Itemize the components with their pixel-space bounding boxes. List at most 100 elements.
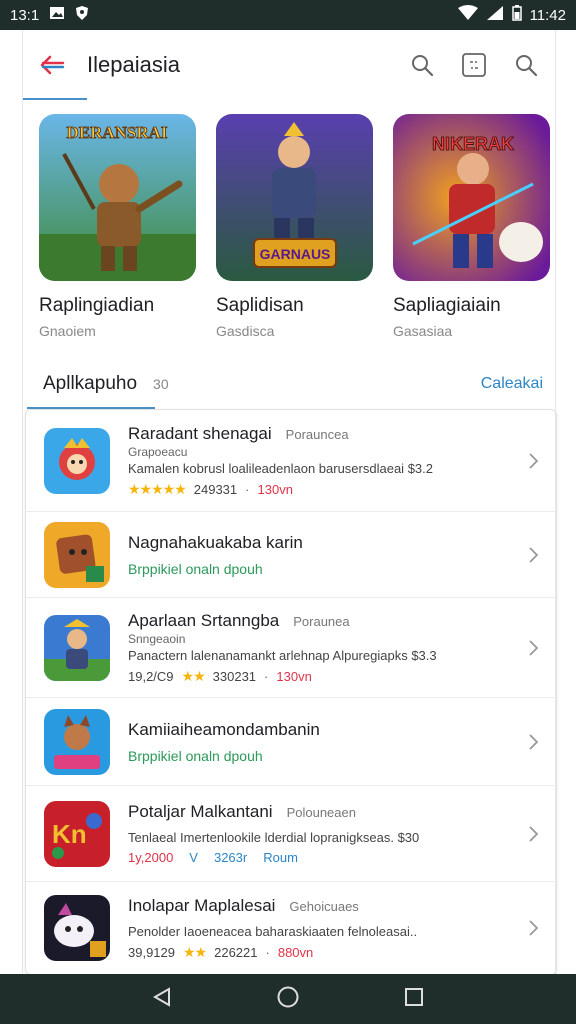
featured-card[interactable]: GARNAUS Saplidisan Gasdisca xyxy=(216,114,373,339)
app-list: Raradant shenagai Porauncea Grapoeacu Ka… xyxy=(25,409,557,975)
app-icon xyxy=(44,427,110,494)
chevron-right-icon[interactable] xyxy=(524,452,542,470)
meta-separator: · xyxy=(264,668,269,684)
status-bar: 13:1 11:42 xyxy=(0,0,576,30)
see-all-link[interactable]: Caleakai xyxy=(481,375,543,393)
app-description: Panactern lalenanamankt arlehnap Alpureg… xyxy=(128,648,514,663)
app-name: Potaljar Malkantani xyxy=(128,802,273,821)
app-tag: Poraunea xyxy=(293,613,350,629)
featured-thumbnail[interactable]: DERANSRAI xyxy=(39,114,196,281)
app-description: Penolder Iaoeneacea baharaskiaaten felno… xyxy=(128,923,418,939)
list-item[interactable]: Nagnahakuakaba karin Brppikiel onaln dpo… xyxy=(26,512,556,598)
app-size: 880vn xyxy=(277,944,314,960)
download-count: 249331 xyxy=(193,481,238,497)
image-icon xyxy=(49,6,65,24)
app-price: $30 xyxy=(397,830,420,845)
chevron-right-icon[interactable] xyxy=(524,825,542,843)
download-count: 330231 xyxy=(212,668,257,684)
app-rating-value: 1y,2000 xyxy=(128,850,174,865)
back-triangle-icon[interactable] xyxy=(151,986,173,1013)
app-room-label: Roum xyxy=(263,850,298,865)
app-name: Inolapar Maplalesai xyxy=(128,895,276,915)
meta-separator: · xyxy=(265,944,270,960)
featured-subtitle: Gnaoiem xyxy=(39,323,96,339)
search-icon-secondary[interactable] xyxy=(513,52,539,78)
app-name: Nagnahakuakaba karin xyxy=(128,532,303,552)
app-description-text: Kamalen kobrusl loalileadenlaon barusers… xyxy=(128,460,405,476)
list-item[interactable]: Inolapar Maplalesai Gehoicuaes Penolder … xyxy=(26,882,556,974)
scan-icon[interactable] xyxy=(461,52,487,78)
app-price: $3.2 xyxy=(407,460,434,476)
section-header: Apllkapuho 30 Caleakai xyxy=(23,369,555,399)
shield-icon xyxy=(75,5,89,25)
app-description-text: Tenlaeal Imertenlookile lderdial loprani… xyxy=(128,830,394,845)
app-size: 130vn xyxy=(276,668,312,684)
list-item[interactable]: Aparlaan Srtanngba Poraunea Snngeaoin Pa… xyxy=(26,598,556,698)
featured-card[interactable]: NIKERAK Sapliagiaiain Gasasiaa xyxy=(393,114,550,339)
app-name: Kamiiaiheamondambanin xyxy=(128,719,320,739)
install-status: Brppikiel onaln dpouh xyxy=(128,747,263,764)
app-rating-value: 19,2/C9 xyxy=(128,668,174,684)
featured-subtitle: Gasdisca xyxy=(216,323,275,339)
app-icon xyxy=(44,895,110,961)
app-description-text: Panactern lalenanamankt arlehnap Alpureg… xyxy=(128,647,408,663)
page-title: Ilepaiasia xyxy=(87,52,180,77)
recents-square-icon[interactable] xyxy=(403,986,425,1013)
verified-badge: V xyxy=(189,850,198,865)
app-tag: Polouneaen xyxy=(286,805,356,820)
back-arrow-icon[interactable] xyxy=(39,52,65,78)
rating-stars: ★★ xyxy=(183,943,207,960)
list-item[interactable]: Raradant shenagai Porauncea Grapoeacu Ka… xyxy=(26,410,556,512)
featured-subtitle: Gasasiaa xyxy=(393,323,453,339)
install-status: Brppikiel onaln dpouh xyxy=(128,560,263,577)
app-description: Tenlaeal Imertenlookile lderdial loprani… xyxy=(128,830,514,845)
list-item[interactable]: Kamiiaiheamondambanin Brppikiel onaln dp… xyxy=(26,698,556,786)
featured-thumbnail[interactable]: NIKERAK xyxy=(393,114,550,281)
app-icon: Kn xyxy=(44,800,110,867)
featured-name: Saplidisan xyxy=(216,295,304,316)
app-icon xyxy=(44,708,110,775)
app-name: Raradant shenagai xyxy=(128,423,272,443)
chevron-right-icon[interactable] xyxy=(524,919,542,937)
chevron-right-icon[interactable] xyxy=(524,546,542,564)
chevron-right-icon[interactable] xyxy=(524,733,542,751)
app-tag: Porauncea xyxy=(285,426,349,442)
app-tag: Gehoicuaes xyxy=(289,898,359,914)
app-price: $3.3 xyxy=(411,647,437,663)
section-count: 30 xyxy=(153,376,169,392)
app-size: 130vn xyxy=(257,481,293,497)
featured-art-text: NIKERAK xyxy=(432,134,514,154)
download-count: 3263r xyxy=(213,850,248,865)
battery-icon xyxy=(511,5,522,25)
chevron-right-icon[interactable] xyxy=(524,639,542,657)
featured-name: Raplingiadian xyxy=(39,295,155,316)
svg-text:Kn: Kn xyxy=(52,819,87,849)
system-nav-bar xyxy=(0,974,576,1024)
featured-card[interactable]: DERANSRAI Raplingiadian Gnaoiem xyxy=(39,114,196,339)
download-count: 226221 xyxy=(214,944,258,960)
featured-carousel: DERANSRAI Raplingiadian Gnaoiem GARNAUS xyxy=(23,100,555,339)
top-app-bar: Ilepaiasia xyxy=(23,30,555,100)
app-name: Aparlaan Srtanngba xyxy=(128,610,280,630)
app-rating-value: 39,9129 xyxy=(128,944,175,960)
search-icon[interactable] xyxy=(409,52,435,78)
app-icon xyxy=(44,614,110,681)
status-time-right: 11:42 xyxy=(529,6,566,24)
signal-icon xyxy=(486,5,504,25)
home-circle-icon[interactable] xyxy=(276,985,300,1014)
section-title: Apllkapuho xyxy=(43,373,138,394)
app-category: Grapoeacu xyxy=(128,444,188,459)
featured-thumbnail[interactable]: GARNAUS xyxy=(216,114,373,281)
status-time-left: 13:1 xyxy=(10,6,40,24)
app-category: Snngeaoin xyxy=(128,631,186,646)
wifi-icon xyxy=(457,5,478,25)
app-window: Ilepaiasia DERANSRAI Raplingiadian Gnaoi… xyxy=(22,30,557,975)
app-description: Kamalen kobrusl loalileadenlaon barusers… xyxy=(128,461,514,476)
list-item[interactable]: Kn Potaljar Malkantani Polouneaen Tenlae… xyxy=(26,786,556,882)
app-icon xyxy=(44,521,110,588)
rating-stars: ★★★★★ xyxy=(128,480,187,497)
featured-name: Sapliagiaiain xyxy=(393,295,501,316)
featured-art-text: GARNAUS xyxy=(260,246,331,262)
rating-stars: ★★ xyxy=(181,667,206,684)
header-underline xyxy=(23,98,87,100)
